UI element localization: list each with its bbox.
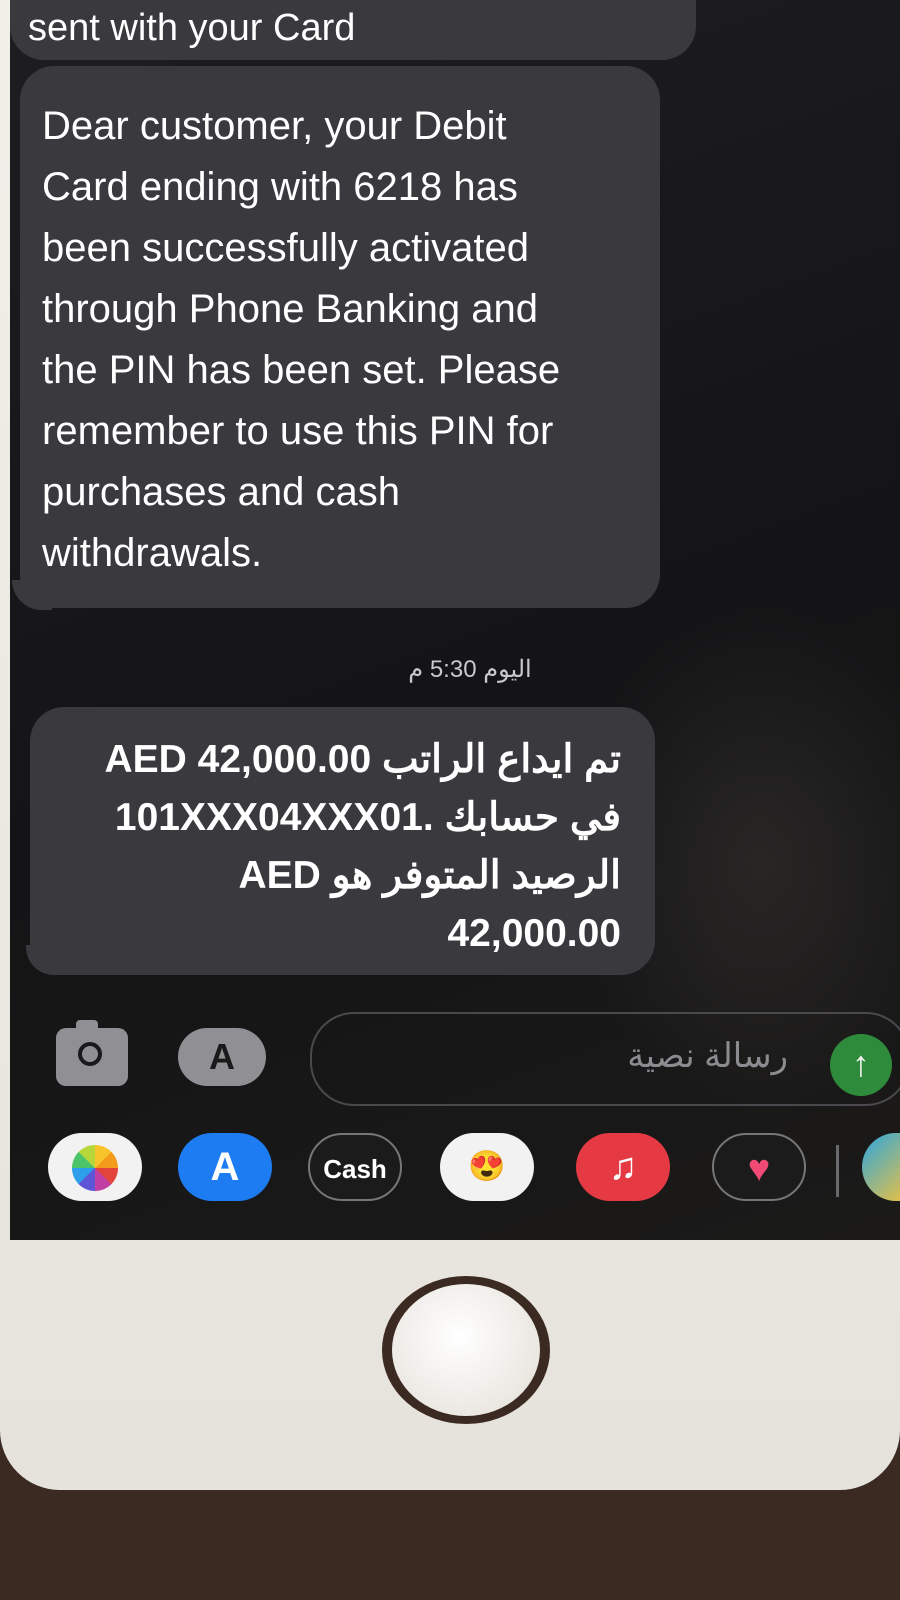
apple-cash-label: Cash bbox=[323, 1154, 387, 1184]
message-line: purchases and cash bbox=[42, 470, 401, 514]
message-line: through Phone Banking and bbox=[42, 287, 538, 331]
message-line: withdrawals. bbox=[42, 531, 263, 575]
message-bubble-activation[interactable]: Dear customer, your Debit Card ending wi… bbox=[20, 66, 660, 608]
music-note-icon: ♫ bbox=[608, 1146, 638, 1188]
memoji-button[interactable]: 😍 bbox=[440, 1133, 534, 1201]
more-apps-button[interactable] bbox=[862, 1133, 900, 1201]
photos-app-button[interactable] bbox=[48, 1133, 142, 1201]
message-bubble-previous[interactable]: sent with your Card bbox=[10, 0, 696, 60]
message-bubble-salary[interactable]: تم ايداع الراتب AED 42,000.00 في حسابك .… bbox=[30, 707, 655, 975]
music-button[interactable]: ♫ bbox=[576, 1133, 670, 1201]
photos-icon bbox=[72, 1145, 118, 1191]
messages-screen: sent with your Card Dear customer, your … bbox=[10, 0, 900, 1240]
camera-button[interactable] bbox=[56, 1020, 128, 1086]
digital-touch-button[interactable]: ♥ bbox=[712, 1133, 806, 1201]
apps-button[interactable]: A bbox=[178, 1028, 266, 1086]
message-input[interactable]: رسالة نصية ↑ bbox=[310, 1012, 900, 1106]
message-text: sent with your Card bbox=[28, 7, 356, 49]
camera-icon bbox=[78, 1042, 102, 1066]
message-line: الرصيد المتوفر هو AED bbox=[238, 854, 622, 897]
message-timestamp: اليوم 5:30 م bbox=[408, 656, 532, 683]
memoji-icon: 😍 bbox=[468, 1150, 506, 1183]
send-button[interactable]: ↑ bbox=[830, 1034, 892, 1096]
bubble-tail bbox=[26, 945, 62, 975]
arrow-up-icon: ↑ bbox=[852, 1043, 870, 1084]
message-line: been successfully activated bbox=[42, 226, 529, 270]
app-store-button[interactable]: A bbox=[178, 1133, 272, 1201]
apple-cash-button[interactable]: Cash bbox=[308, 1133, 402, 1201]
app-store-icon: A bbox=[210, 1145, 240, 1189]
phone-body: sent with your Card Dear customer, your … bbox=[0, 0, 900, 1490]
message-line: remember to use this PIN for bbox=[42, 409, 554, 453]
message-line: Card ending with 6218 has bbox=[42, 165, 518, 209]
message-line: في حسابك .101XXX04XXX01 bbox=[114, 796, 621, 839]
message-line: Dear customer, your Debit bbox=[42, 104, 507, 148]
app-store-icon: A bbox=[209, 1036, 235, 1077]
home-button[interactable] bbox=[392, 1284, 540, 1416]
heart-icon: ♥ bbox=[747, 1148, 771, 1190]
message-line: 42,000.00 bbox=[447, 912, 621, 955]
message-line: تم ايداع الراتب AED 42,000.00 bbox=[104, 738, 622, 781]
message-line: the PIN has been set. Please bbox=[42, 348, 561, 392]
drawer-divider bbox=[836, 1145, 839, 1197]
bubble-tail bbox=[12, 580, 52, 610]
message-input-placeholder: رسالة نصية bbox=[627, 1037, 788, 1075]
